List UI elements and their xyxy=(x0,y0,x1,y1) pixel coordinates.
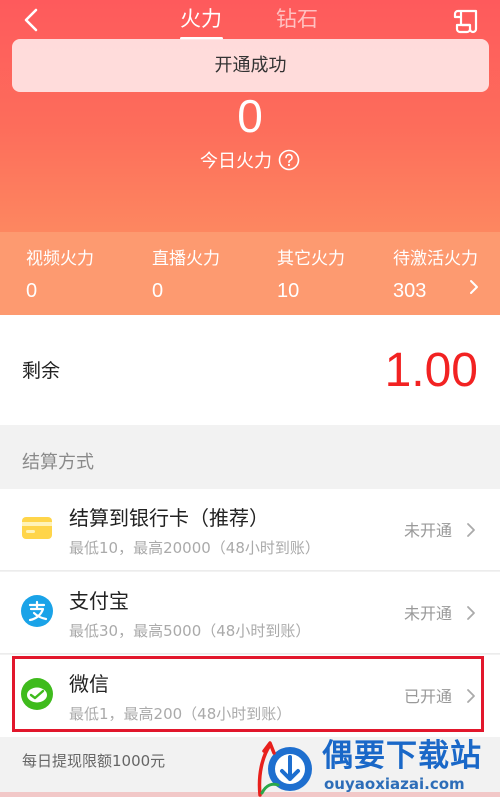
settlement-title: 结算方式 xyxy=(22,452,94,473)
chevron-right-icon xyxy=(467,523,475,537)
help-icon[interactable] xyxy=(278,149,300,171)
watermark-logo-icon xyxy=(257,741,312,797)
stat-other: 其它火力 10 xyxy=(277,248,345,304)
watermark-title: 偶要下载站 xyxy=(322,738,482,774)
stat-pending: 待激活火力 303 xyxy=(393,248,478,304)
method-status: 未开通 xyxy=(404,521,453,540)
chevron-right-icon xyxy=(467,606,475,620)
tab-diamond[interactable]: 钻石 xyxy=(276,4,318,34)
stat-video: 视频火力 0 xyxy=(26,248,94,304)
method-status: 已开通 xyxy=(404,687,453,706)
daily-limit-note: 每日提现限额1000元 xyxy=(22,752,166,770)
method-bank-card[interactable]: 结算到银行卡（推荐） 最低10，最高20000（48小时到账） 未开通 xyxy=(0,489,500,571)
method-name: 支付宝 xyxy=(69,589,129,613)
firepower-stats[interactable]: 视频火力 0 直播火力 0 其它火力 10 待激活火力 303 xyxy=(0,232,500,315)
stat-value: 303 xyxy=(393,280,427,302)
alipay-icon xyxy=(21,595,53,627)
stat-value: 0 xyxy=(26,280,38,302)
method-status: 未开通 xyxy=(404,604,453,623)
method-alipay[interactable]: 支付宝 最低30，最高5000（48小时到账） 未开通 xyxy=(0,572,500,654)
today-firepower-value: 0 xyxy=(237,90,263,142)
top-bar: 火力 钻石 xyxy=(0,0,500,40)
tab-firepower[interactable]: 火力 xyxy=(180,4,222,34)
remaining-value: 1.00 xyxy=(384,344,478,397)
remaining-label: 剩余 xyxy=(22,360,61,382)
wechat-icon xyxy=(21,678,53,710)
stat-label: 待激活火力 xyxy=(393,249,478,269)
method-desc: 最低10，最高20000（48小时到账） xyxy=(69,539,320,557)
today-firepower-label: 今日火力 xyxy=(200,151,272,172)
divider xyxy=(0,570,500,571)
method-desc: 最低30，最高5000（48小时到账） xyxy=(69,622,311,640)
success-toast: 开通成功 xyxy=(12,39,489,92)
chevron-right-icon xyxy=(467,689,475,703)
today-firepower-row: 今日火力 xyxy=(0,149,500,175)
method-name: 结算到银行卡（推荐） xyxy=(69,506,269,530)
watermark: 偶要下载站 ouyaoxiazai.com xyxy=(252,735,500,797)
stat-label: 视频火力 xyxy=(26,249,94,269)
divider xyxy=(0,653,500,654)
method-desc: 最低1，最高200（48小时到账） xyxy=(69,705,292,723)
stat-label: 直播火力 xyxy=(152,249,220,269)
back-arrow-icon[interactable] xyxy=(18,6,46,34)
stat-value: 10 xyxy=(277,280,300,302)
method-wechat[interactable]: 微信 最低1，最高200（48小时到账） 已开通 xyxy=(0,655,500,737)
bank-card-icon xyxy=(22,517,52,539)
method-name: 微信 xyxy=(69,672,109,696)
stat-live: 直播火力 0 xyxy=(152,248,220,304)
stat-label: 其它火力 xyxy=(277,249,345,269)
watermark-url: ouyaoxiazai.com xyxy=(324,775,465,793)
stat-value: 0 xyxy=(152,280,164,302)
remaining-balance: 剩余 1.00 xyxy=(0,315,500,425)
receipt-icon[interactable] xyxy=(452,5,484,35)
chevron-right-icon[interactable] xyxy=(468,278,480,296)
